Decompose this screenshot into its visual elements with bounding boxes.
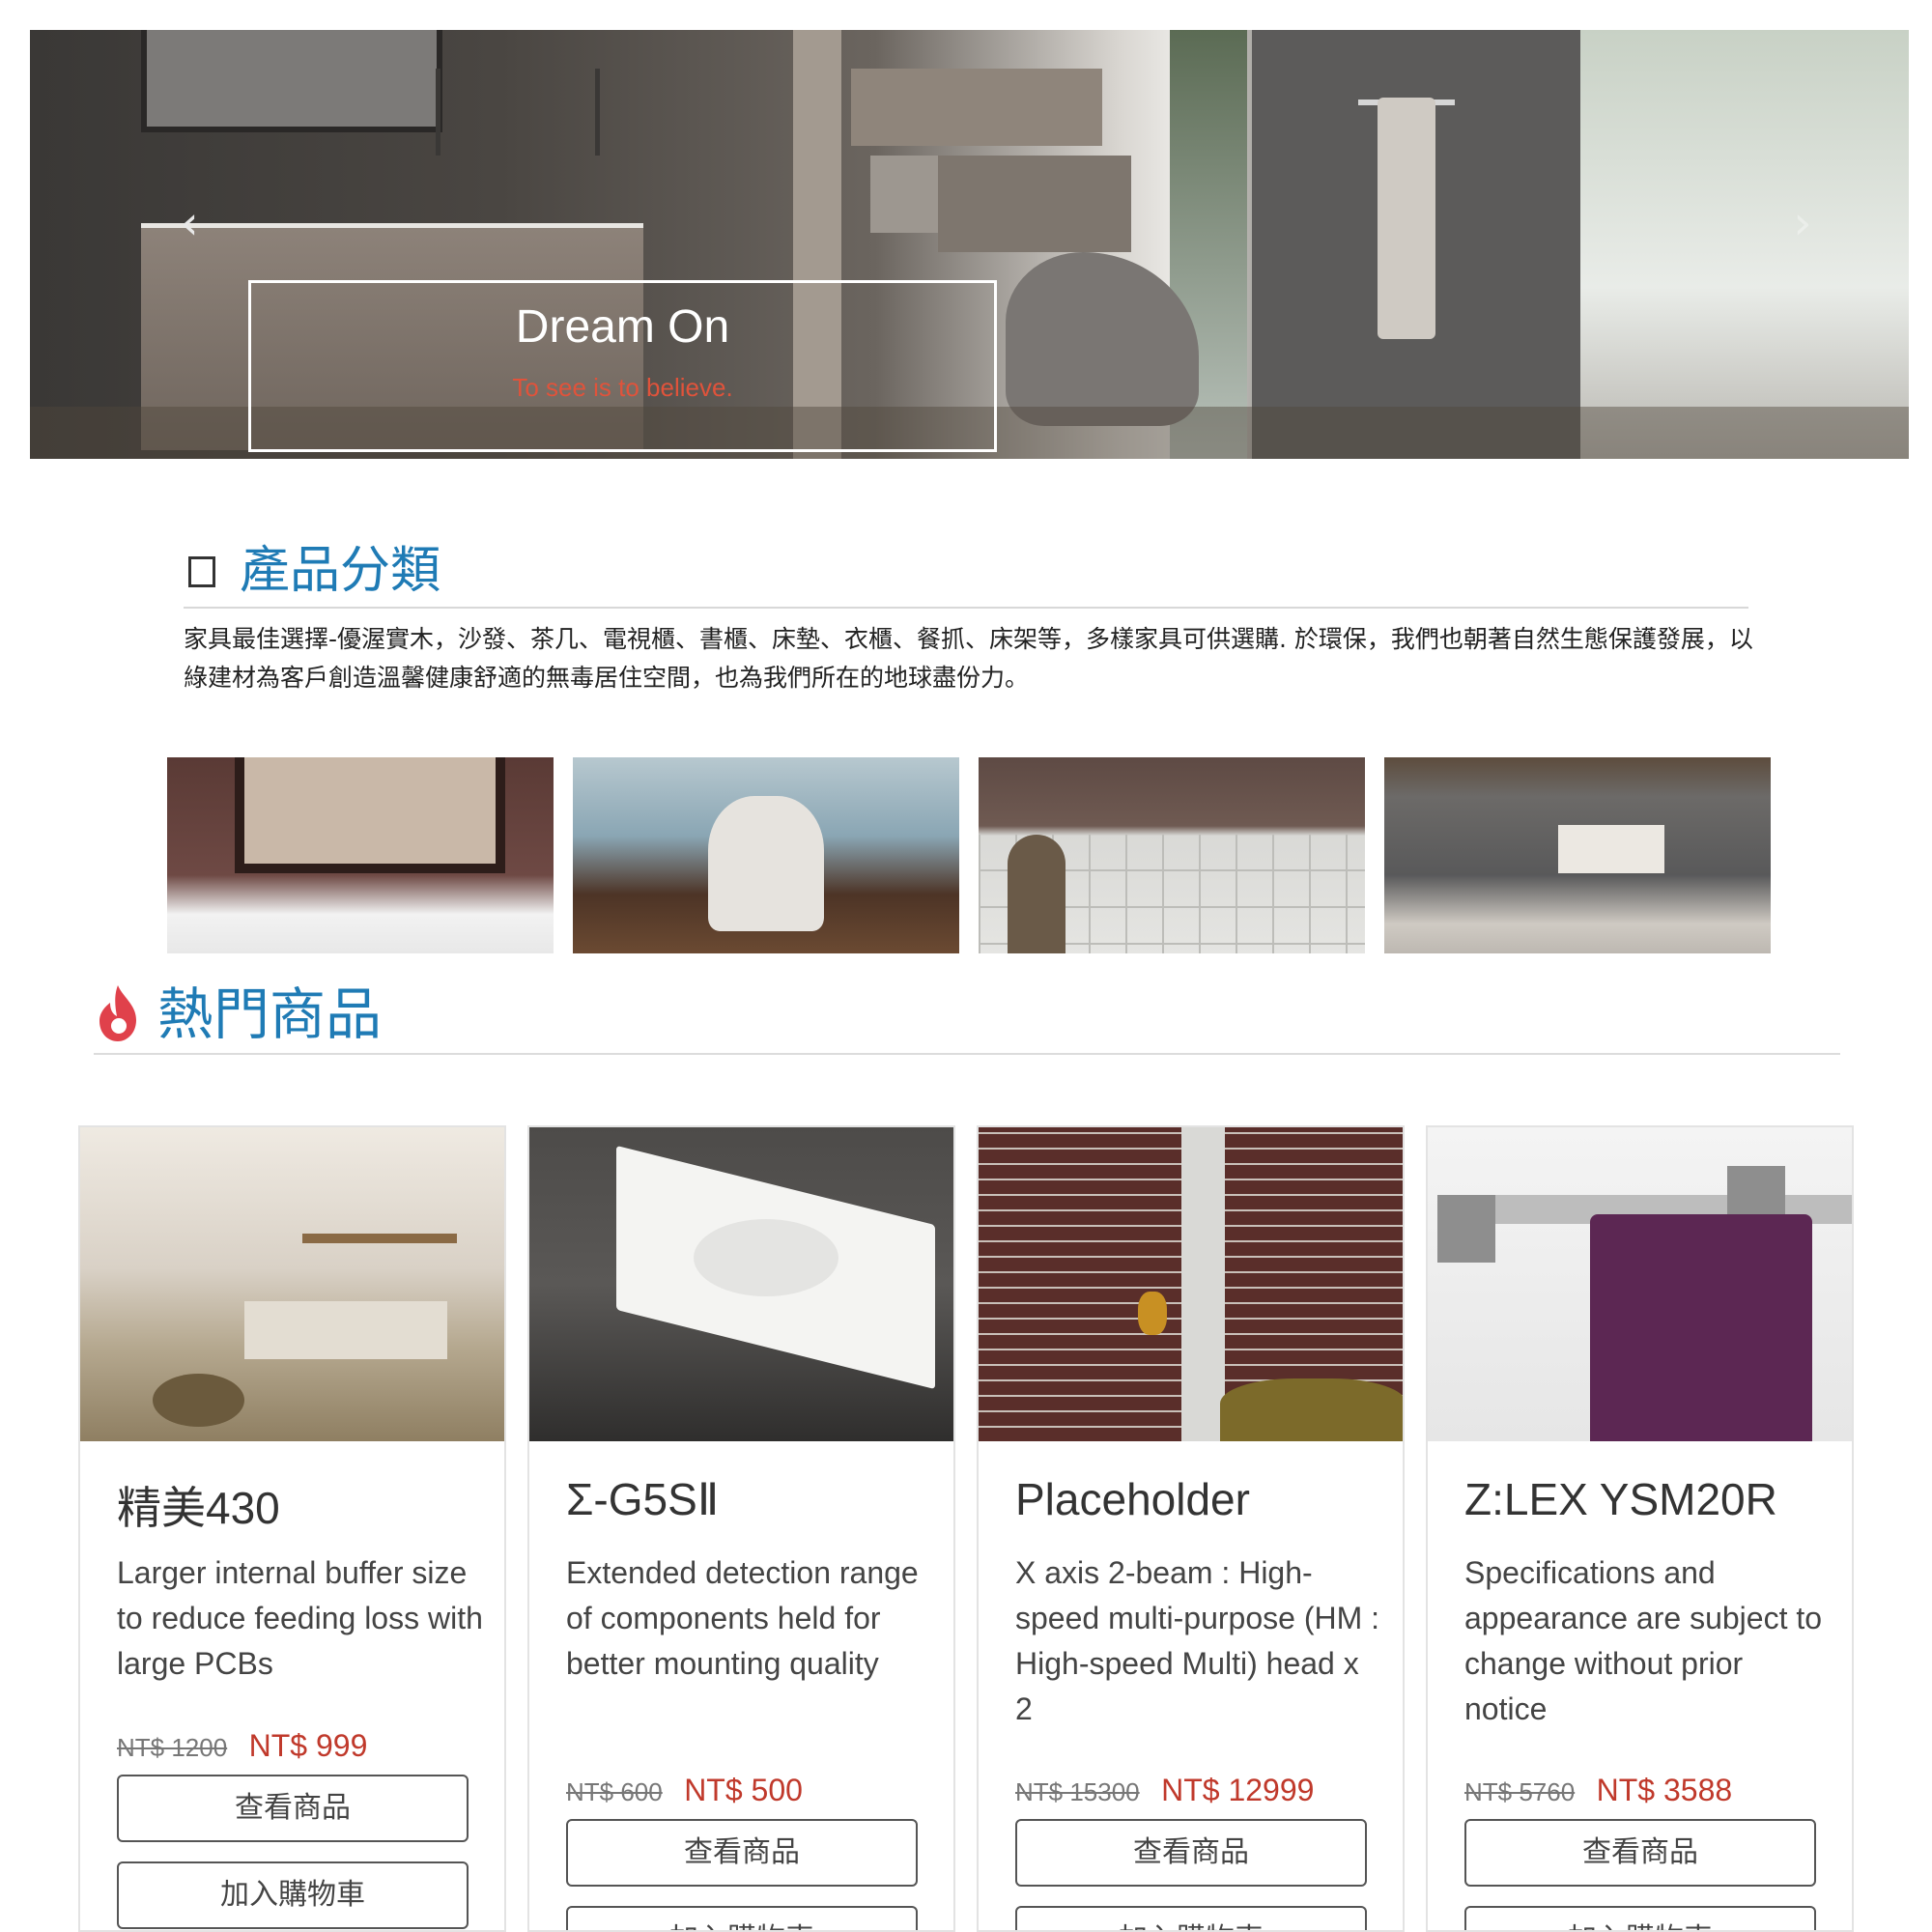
category-thumbnails [167, 757, 1771, 953]
sale-price: NT$ 12999 [1161, 1773, 1315, 1807]
bar-mount [1437, 1195, 1495, 1263]
hero-carousel[interactable]: ‹ › Dream On To see is to believe. [30, 30, 1909, 459]
carousel-caption: Dream On To see is to believe. [248, 280, 997, 452]
category-title: 產品分類 [240, 542, 441, 600]
product-image[interactable] [80, 1127, 504, 1441]
hero-mirror [141, 30, 442, 132]
product-price: NT$ 5760 NT$ 3588 [1464, 1773, 1732, 1808]
product-description: Extended detection range of components h… [566, 1555, 919, 1681]
product-description: X axis 2-beam : High-speed multi-purpose… [1015, 1555, 1380, 1726]
hero-towel [1378, 98, 1435, 339]
hot-products-title: 熱門商品 [157, 981, 383, 1047]
vanity-cabinet [244, 1301, 447, 1359]
category-heading: 產品分類 [184, 539, 1748, 609]
original-price: NT$ 15300 [1015, 1777, 1140, 1806]
sale-price: NT$ 3588 [1596, 1773, 1733, 1807]
dining-table [708, 796, 824, 931]
hot-products-heading: 熱門商品 [94, 976, 1840, 1055]
product-name: Σ-G5SⅡ [566, 1474, 720, 1524]
product-price: NT$ 600 NT$ 500 [566, 1773, 803, 1808]
kitchen-cabinet [1558, 825, 1664, 873]
caption-subtitle: To see is to believe. [512, 373, 733, 402]
category-thumb-dining[interactable] [573, 757, 959, 953]
view-product-button[interactable]: 查看商品 [1464, 1819, 1816, 1887]
pouf [153, 1374, 244, 1427]
product-price: NT$ 15300 NT$ 12999 [1015, 1773, 1314, 1808]
fire-icon [99, 985, 136, 1041]
sale-price: NT$ 999 [248, 1728, 368, 1763]
add-to-cart-button[interactable]: 加入購物車 [1015, 1906, 1367, 1930]
product-description: Larger internal buffer size to reduce fe… [117, 1555, 483, 1681]
hero-shelf [436, 69, 600, 156]
towel [1590, 1214, 1812, 1441]
category-thumb-bathroom[interactable] [167, 757, 554, 953]
category-thumb-tiles[interactable] [979, 757, 1365, 953]
hero-glass-wall [1580, 30, 1909, 459]
product-image[interactable] [1428, 1127, 1852, 1441]
category-thumb-kitchen[interactable] [1384, 757, 1771, 953]
sale-price: NT$ 500 [684, 1773, 803, 1807]
drain-pipe [1181, 1127, 1225, 1441]
product-card: Placeholder X axis 2-beam : High-speed m… [977, 1125, 1405, 1932]
view-product-button[interactable]: 查看商品 [1015, 1819, 1367, 1887]
original-price: NT$ 600 [566, 1777, 663, 1806]
category-description: 家具最佳選擇-優渥實木，沙發、茶几、電視櫃、書櫃、床墊、衣櫃、餐抓、床架等，多樣… [184, 625, 1753, 692]
hero-cabinet [938, 156, 1131, 252]
product-name: Placeholder [1015, 1474, 1250, 1524]
product-card: Σ-G5SⅡ Extended detection range of compo… [527, 1125, 955, 1932]
add-to-cart-button[interactable]: 加入購物車 [566, 1906, 918, 1930]
basin-bowl [694, 1219, 838, 1296]
product-description: Specifications and appearance are subjec… [1464, 1555, 1823, 1726]
product-card: Z:LEX YSM20R Specifications and appearan… [1426, 1125, 1854, 1932]
product-image[interactable] [529, 1127, 953, 1441]
square-icon [188, 556, 215, 587]
add-to-cart-button[interactable]: 加入購物車 [117, 1861, 469, 1929]
product-name: Z:LEX YSM20R [1464, 1474, 1777, 1524]
original-price: NT$ 1200 [117, 1733, 228, 1762]
original-price: NT$ 5760 [1464, 1777, 1576, 1806]
wall-lamp [1138, 1292, 1167, 1335]
tree-trunk [1008, 835, 1065, 953]
product-image[interactable] [979, 1127, 1403, 1441]
product-card: 精美430 Larger internal buffer size to red… [78, 1125, 506, 1932]
add-to-cart-button[interactable]: 加入購物車 [1464, 1906, 1816, 1930]
hero-cabinet [870, 156, 948, 233]
product-name: 精美430 [117, 1483, 280, 1533]
mirror-frame [235, 757, 505, 873]
plants [1220, 1378, 1403, 1441]
view-product-button[interactable]: 查看商品 [117, 1775, 469, 1842]
wood-shelf [302, 1234, 457, 1243]
view-product-button[interactable]: 查看商品 [566, 1819, 918, 1887]
hero-cabinet [851, 69, 1102, 146]
product-price: NT$ 1200 NT$ 999 [117, 1728, 367, 1764]
carousel-prev-icon[interactable]: ‹ [170, 194, 209, 252]
caption-title: Dream On [515, 301, 730, 353]
carousel-next-icon[interactable]: › [1783, 194, 1822, 252]
